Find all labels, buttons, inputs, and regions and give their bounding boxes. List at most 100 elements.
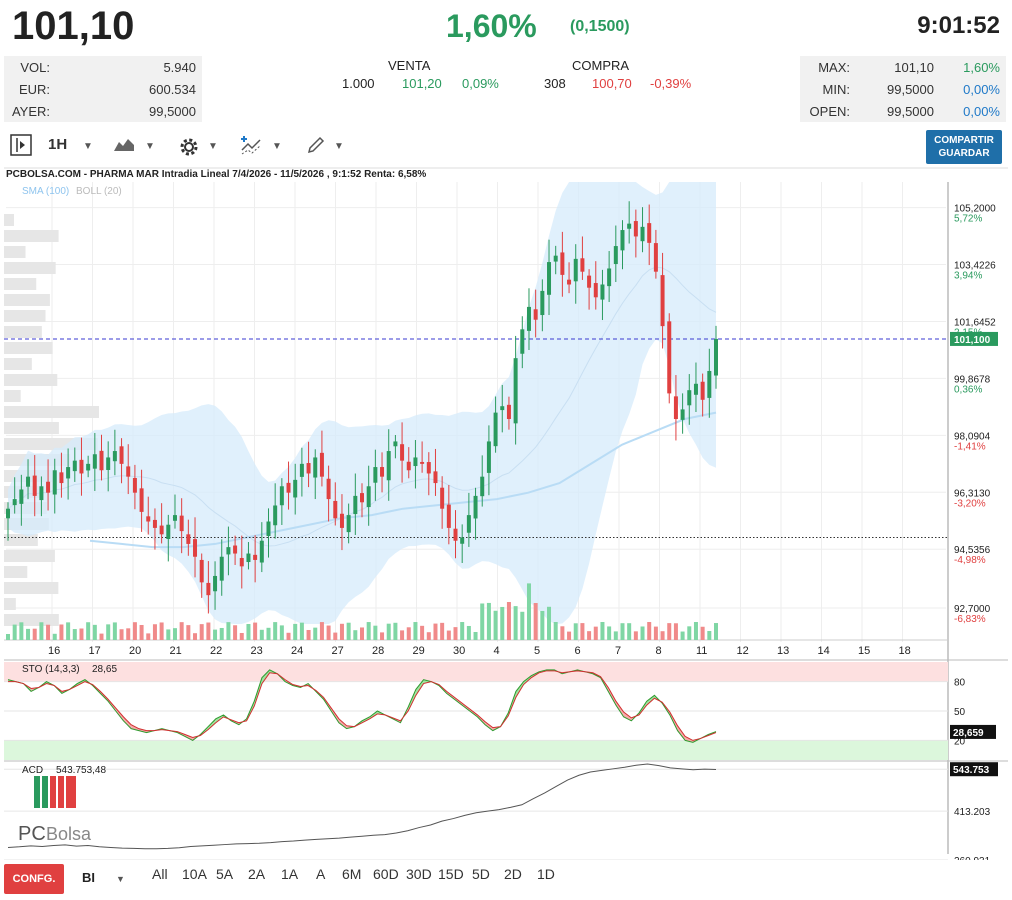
range-15d[interactable]: 15D — [438, 866, 464, 882]
volume-bar — [513, 606, 518, 640]
interval-chevron-down-icon[interactable]: ▼ — [83, 141, 93, 152]
range-60d[interactable]: 60D — [373, 866, 399, 882]
settings-chevron-down-icon[interactable]: ▼ — [208, 141, 218, 152]
volume-profile-bar — [4, 614, 59, 626]
ayer-value: 99,5000 — [149, 104, 196, 119]
volume-profile-bar — [4, 262, 56, 274]
range-5a[interactable]: 5A — [216, 866, 233, 882]
candle-body — [613, 246, 618, 265]
volume-bar — [152, 624, 157, 640]
venta-qty: 1.000 — [342, 76, 375, 91]
draw-chevron-down-icon[interactable]: ▼ — [334, 141, 344, 152]
pencil-icon[interactable] — [306, 135, 326, 159]
volume-bar — [233, 625, 238, 640]
candle-body — [32, 475, 37, 496]
open-pct: 0,00% — [963, 104, 1000, 119]
candle-body — [693, 383, 698, 395]
chart-toolbar: 1H ▼ ▼ ▼ ▼ ▼ — [0, 128, 1012, 164]
volume-bar — [633, 631, 638, 640]
candle-body — [446, 504, 451, 528]
min-pct: 0,00% — [963, 82, 1000, 97]
volume-bar — [293, 623, 298, 640]
bi-chevron-down-icon[interactable]: ▼ — [116, 874, 125, 884]
volume-bar — [259, 629, 264, 640]
range-all[interactable]: All — [152, 866, 168, 882]
x-tick-label: 22 — [210, 645, 222, 657]
max-value: 101,10 — [894, 60, 934, 75]
x-tick-label: 16 — [48, 645, 60, 657]
range-2a[interactable]: 2A — [248, 866, 265, 882]
candle-body — [59, 472, 64, 484]
acd-current-label: 543.753 — [953, 765, 990, 776]
volume-bar — [714, 623, 718, 640]
volume-bar — [186, 625, 191, 640]
volume-bar — [139, 624, 144, 640]
config-button[interactable]: CONFG. — [4, 864, 64, 894]
candle-body — [46, 481, 51, 493]
share-save-button[interactable]: COMPARTIR GUARDAR — [926, 130, 1002, 164]
acd-tick-label: 260.931 — [954, 856, 991, 860]
range-1d[interactable]: 1D — [537, 866, 555, 882]
volume-bar — [493, 610, 498, 640]
x-tick-label: 18 — [899, 645, 911, 657]
x-tick-label: 7 — [615, 645, 621, 657]
candle-body — [213, 575, 218, 592]
candle-body — [506, 404, 511, 420]
range-10a[interactable]: 10A — [182, 866, 207, 882]
interval-selector[interactable]: 1H — [48, 136, 67, 153]
volume-bar — [640, 626, 645, 640]
chart-canvas[interactable]: 16 17 20 21 22 23 24 27 28 29 30 4 5 6 7 8 11 12 13 14 15 18 1… — [0, 164, 1012, 860]
volume-bar — [680, 631, 685, 640]
volume-profile-bar — [4, 534, 38, 546]
gear-icon[interactable] — [178, 136, 200, 162]
range-1a[interactable]: 1A — [281, 866, 298, 882]
indicator-chevron-down-icon[interactable]: ▼ — [272, 141, 282, 152]
range-2d[interactable]: 2D — [504, 866, 522, 882]
overbought-zone — [4, 662, 948, 682]
candle-body — [339, 513, 344, 528]
x-tick-label: 14 — [818, 645, 830, 657]
indicator-add-icon[interactable] — [240, 134, 264, 160]
change-absolute: (0,1500) — [570, 18, 630, 35]
sto-title: STO (14,3,3) — [22, 664, 80, 675]
volume-bar — [193, 633, 198, 640]
range-5d[interactable]: 5D — [472, 866, 490, 882]
play-icon[interactable] — [10, 134, 32, 160]
candle-body — [453, 528, 458, 541]
bollinger-band — [8, 182, 716, 624]
x-tick-label: 5 — [534, 645, 540, 657]
volume-bar — [400, 630, 405, 640]
candle-body — [139, 488, 144, 512]
candle-body — [12, 499, 17, 506]
volume-bar — [146, 633, 151, 640]
volume-profile-bar — [4, 566, 28, 578]
range-6m[interactable]: 6M — [342, 866, 361, 882]
candle-body — [573, 258, 578, 282]
volume-bar — [132, 622, 137, 640]
vol-value: 5.940 — [163, 60, 196, 75]
volume-bar — [39, 622, 44, 640]
y-tick-pct: 0,36% — [954, 384, 982, 395]
volume-bar — [647, 622, 652, 640]
x-tick-label: 30 — [453, 645, 465, 657]
volume-bar — [326, 625, 331, 640]
chart-type-icon[interactable] — [113, 136, 135, 156]
x-tick-label: 13 — [777, 645, 789, 657]
volume-bar — [246, 624, 251, 640]
range-30d[interactable]: 30D — [406, 866, 432, 882]
candle-body — [126, 466, 131, 477]
candle-body — [607, 268, 612, 287]
volume-bar — [26, 628, 31, 640]
volume-bar — [279, 625, 284, 640]
y-tick-pct: 5,72% — [954, 214, 982, 225]
candle-body — [152, 519, 157, 528]
bi-selector[interactable]: BI — [82, 870, 95, 885]
chart-type-chevron-down-icon[interactable]: ▼ — [145, 141, 155, 152]
volume-bar — [607, 626, 612, 640]
max-pct: 1,60% — [963, 60, 1000, 75]
range-a[interactable]: A — [316, 866, 325, 882]
candle-body — [707, 370, 712, 398]
volume-bar — [273, 622, 278, 640]
volume-bar — [567, 631, 572, 640]
volume-bar — [213, 629, 218, 640]
